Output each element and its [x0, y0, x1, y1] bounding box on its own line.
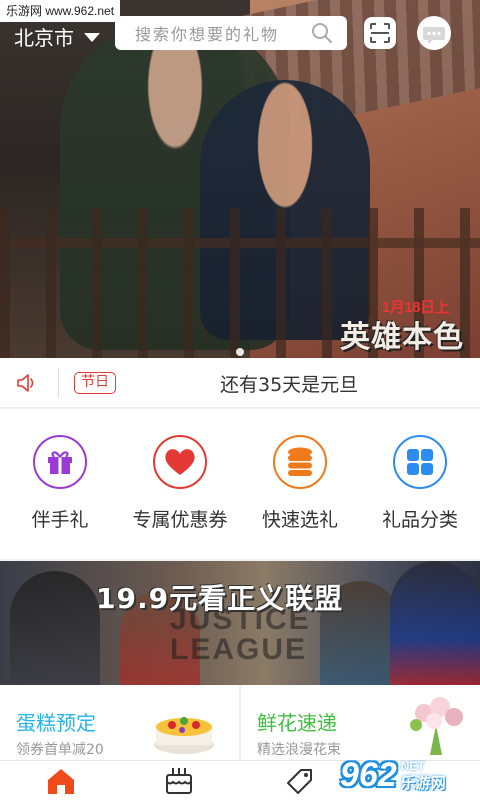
- promo-figure: [390, 561, 480, 685]
- home-icon[interactable]: [44, 765, 78, 797]
- entry-label: 专属优惠券: [132, 509, 228, 531]
- top-bar: 北京市 搜索你想要的礼物: [0, 0, 480, 60]
- speaker-icon: [17, 374, 34, 392]
- card-subtitle: 精选浪漫花束: [257, 742, 341, 758]
- card-subtitle: 领券首单减20: [16, 742, 104, 758]
- notice-bar[interactable]: 节日 还有35天是元旦: [0, 358, 480, 408]
- promo-banner[interactable]: JUSTICE LEAGUE 19.9元看正义联盟: [0, 561, 480, 685]
- entry-quick-pick[interactable]: 快速选礼: [240, 435, 360, 532]
- search-placeholder: 搜索你想要的礼物: [135, 25, 280, 44]
- notice-message[interactable]: 还有35天是元旦: [220, 370, 358, 397]
- product-cards: 蛋糕预定 领券首单减20 鲜花速递 精选浪漫花束: [0, 685, 480, 760]
- tag-icon[interactable]: [282, 765, 316, 797]
- entry-label: 快速选礼: [261, 509, 338, 531]
- search-icon[interactable]: [311, 22, 333, 44]
- entry-label: 伴手礼: [31, 509, 89, 531]
- cake-image: [154, 717, 214, 754]
- gift-icon: [33, 435, 87, 489]
- entry-souvenir[interactable]: 伴手礼: [0, 435, 120, 532]
- card-title: 蛋糕预定: [16, 711, 96, 735]
- entry-categories[interactable]: 礼品分类: [360, 435, 480, 532]
- quick-entries: 伴手礼 专属优惠券 快速选礼 礼品分类: [0, 409, 480, 559]
- promo-title: 19.9元看正义联盟: [96, 582, 344, 615]
- heart-icon: [153, 435, 207, 489]
- search-box[interactable]: 搜索你想要的礼物: [115, 16, 347, 50]
- holiday-tag: 节日: [74, 372, 116, 394]
- message-icon[interactable]: [416, 15, 452, 51]
- coins-icon: [273, 435, 327, 489]
- entry-coupon[interactable]: 专属优惠券: [120, 435, 240, 532]
- flowers-image: [410, 697, 463, 755]
- chevron-down-icon: [84, 33, 100, 42]
- scan-icon[interactable]: [363, 16, 397, 50]
- poster-title: 英雄本色: [340, 320, 464, 355]
- cake-icon[interactable]: [162, 765, 196, 797]
- entry-label: 礼品分类: [381, 509, 458, 531]
- logo-line2: 乐游网: [400, 774, 446, 792]
- notice-divider: [58, 368, 59, 398]
- grid-icon: [393, 435, 447, 489]
- site-logo: 962 NET 乐游网: [340, 752, 478, 798]
- city-label: 北京市: [14, 26, 74, 50]
- carousel-indicator[interactable]: [236, 348, 244, 356]
- card-cake[interactable]: 蛋糕预定 领券首单减20: [0, 685, 239, 760]
- promo-figure: [10, 571, 100, 685]
- city-selector[interactable]: 北京市: [14, 22, 100, 51]
- logo-number: 962: [340, 755, 397, 794]
- logo-line1: NET: [400, 759, 425, 773]
- card-title: 鲜花速递: [257, 711, 337, 735]
